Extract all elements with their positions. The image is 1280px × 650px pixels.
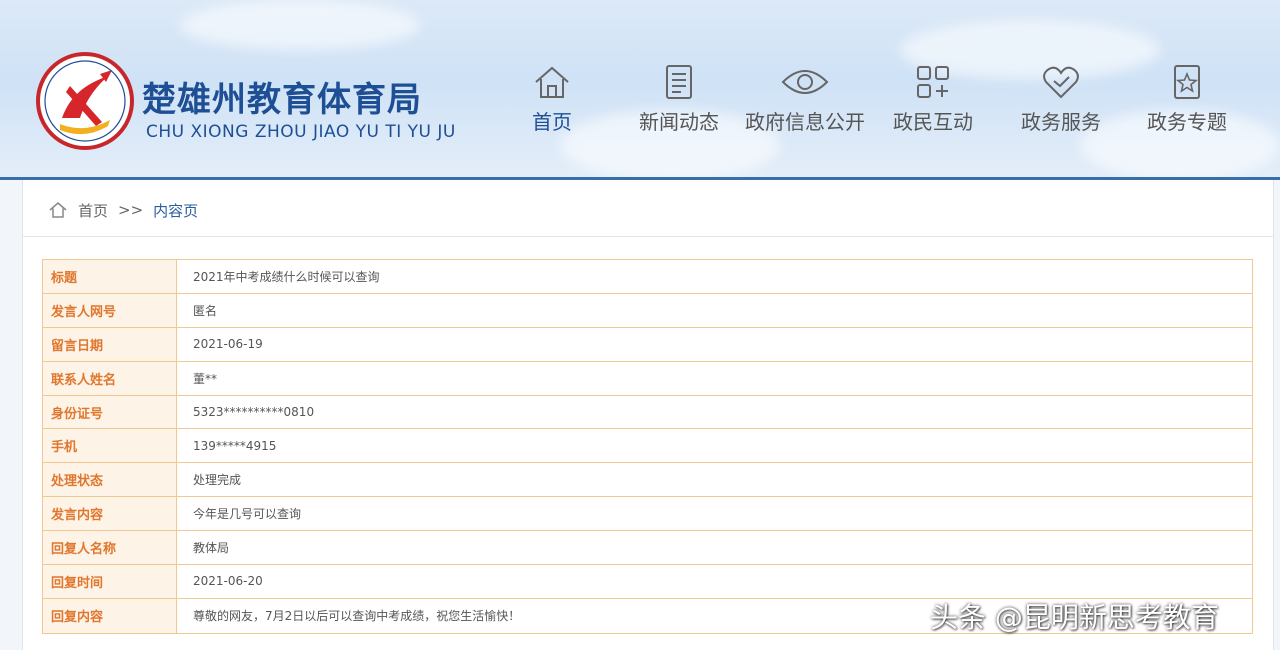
row-label: 联系人姓名: [43, 361, 177, 395]
breadcrumb-home-link[interactable]: 首页: [78, 200, 108, 221]
breadcrumb-separator: >>: [118, 201, 144, 219]
eye-icon: [781, 70, 829, 94]
breadcrumb: 首页 >> 内容页: [48, 196, 198, 224]
row-value: 今年是几号可以查询: [193, 507, 302, 522]
star-doc-icon: [1174, 65, 1200, 99]
row-label: 回复人名称: [43, 531, 177, 565]
table-row: 标题 2021年中考成绩什么时候可以查询: [43, 260, 1252, 294]
row-value: 2021-06-20: [193, 574, 263, 589]
table-row: 发言人网号 匿名: [43, 293, 1252, 328]
heart-icon: [1043, 66, 1079, 99]
home-icon: [535, 66, 569, 98]
breadcrumb-current: 内容页: [153, 201, 199, 220]
nav-item-home[interactable]: 首页: [487, 64, 617, 138]
table-row: 处理状态 处理完成: [43, 463, 1252, 498]
site-header: 楚雄州教育体育局 CHU XIONG ZHOU JIAO YU TI YU JU…: [0, 0, 1280, 180]
row-label: 发言人网号: [43, 293, 177, 327]
row-value: 董**: [193, 371, 218, 386]
nav-item-news[interactable]: 新闻动态: [614, 64, 744, 138]
nav-label: 新闻动态: [639, 110, 719, 134]
row-value: 教体局: [193, 541, 230, 556]
row-value: 139*****4915: [193, 438, 277, 453]
row-label: 留言日期: [43, 327, 177, 361]
site-logo[interactable]: [36, 52, 134, 150]
row-label: 发言内容: [43, 497, 177, 531]
table-row: 回复时间 2021-06-20: [43, 565, 1252, 599]
document-icon: [666, 65, 692, 99]
table-row: 联系人姓名 董**: [43, 361, 1252, 396]
row-label: 回复内容: [43, 598, 177, 633]
home-icon: [49, 202, 67, 218]
table-row: 发言内容 今年是几号可以查询: [43, 497, 1252, 532]
nav-label: 政民互动: [893, 110, 973, 134]
table-row: 身份证号 5323**********0810: [43, 395, 1252, 430]
site-subtitle: CHU XIONG ZHOU JIAO YU TI YU JU: [146, 122, 456, 142]
grid-icon: [917, 66, 949, 98]
nav-item-services[interactable]: 政务服务: [996, 64, 1126, 138]
row-label: 处理状态: [43, 463, 177, 497]
row-value: 2021-06-19: [193, 337, 263, 352]
row-value: 5323**********0810: [193, 405, 315, 419]
nav-label: 政府信息公开: [745, 110, 865, 134]
table-row: 回复人名称 教体局: [43, 531, 1252, 566]
row-value: 匿名: [193, 303, 218, 318]
row-label: 标题: [43, 260, 177, 293]
row-value: 2021年中考成绩什么时候可以查询: [193, 269, 380, 284]
site-title: 楚雄州教育体育局: [142, 80, 422, 120]
message-detail-table: 标题 2021年中考成绩什么时候可以查询 发言人网号 匿名 留言日期 2021-…: [42, 259, 1253, 634]
nav-label: 首页: [532, 110, 572, 134]
row-label: 手机: [43, 429, 177, 463]
watermark: 头条 @昆明新思考教育: [930, 601, 1219, 634]
nav-item-interaction[interactable]: 政民互动: [868, 64, 998, 138]
nav-item-topics[interactable]: 政务专题: [1122, 64, 1252, 138]
table-row: 留言日期 2021-06-19: [43, 327, 1252, 362]
row-label: 身份证号: [43, 395, 177, 429]
breadcrumb-divider: [22, 236, 1274, 237]
nav-label: 政务服务: [1021, 110, 1101, 134]
nav-label: 政务专题: [1147, 110, 1227, 134]
row-label: 回复时间: [43, 565, 177, 598]
table-row: 手机 139*****4915: [43, 429, 1252, 464]
row-value: 处理完成: [193, 473, 242, 488]
nav-item-info-disclosure[interactable]: 政府信息公开: [740, 64, 870, 138]
